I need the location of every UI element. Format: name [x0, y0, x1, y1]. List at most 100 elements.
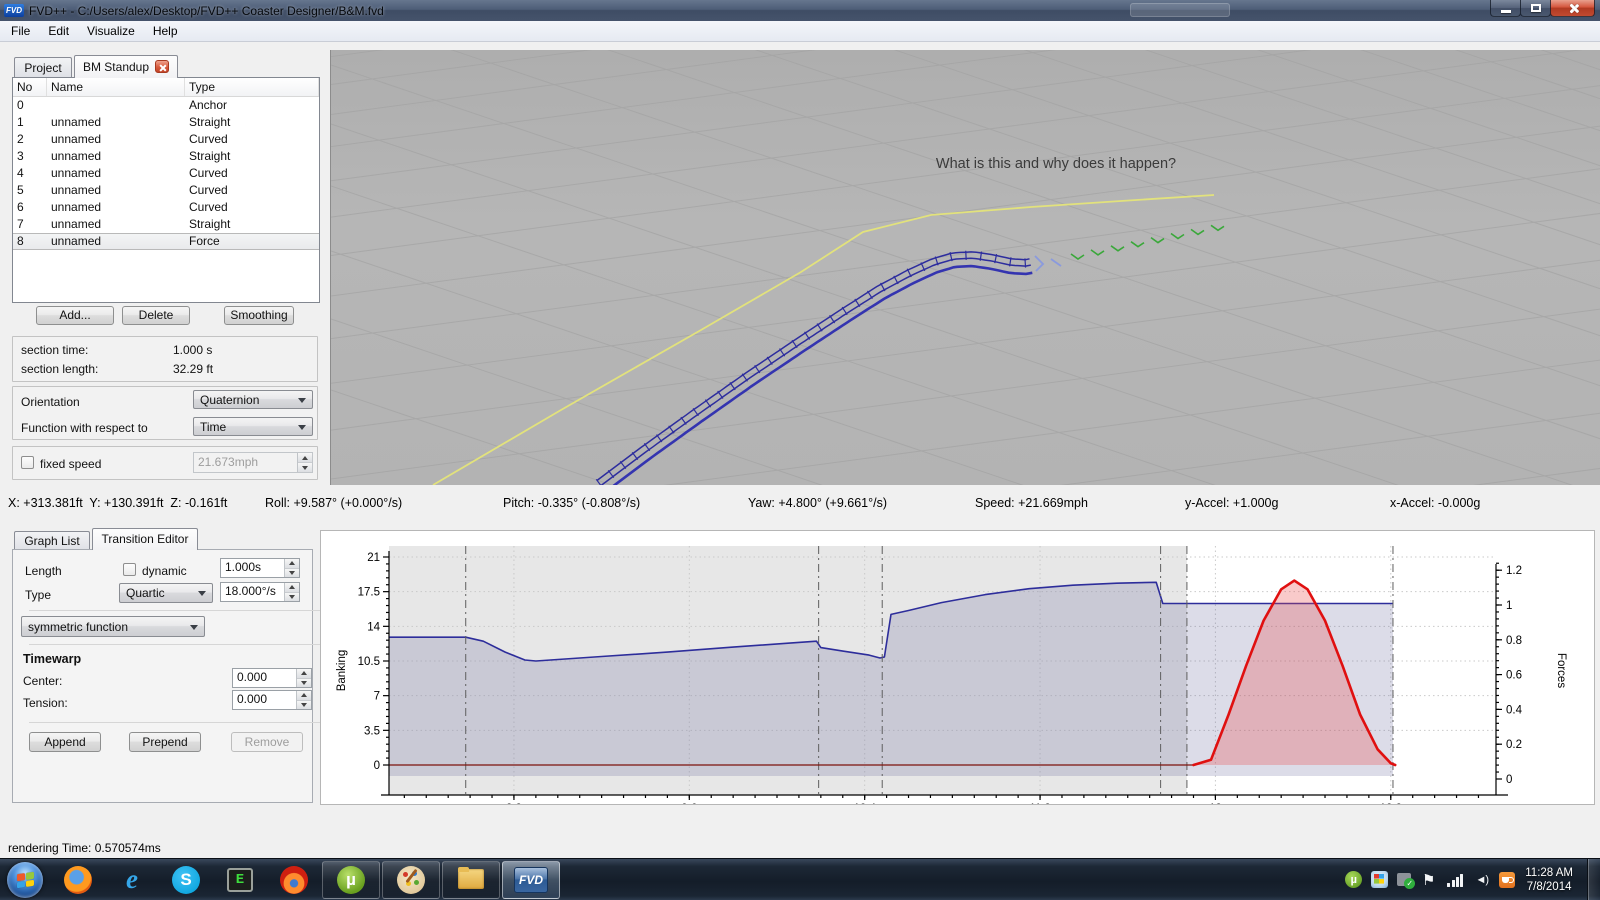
segment-table[interactable]: NoNameType0Anchor1unnamedStraight2unname…	[12, 77, 320, 303]
table-row[interactable]: 4unnamedCurved	[13, 165, 319, 182]
spin-up-icon[interactable]	[298, 453, 312, 463]
spin-down-icon[interactable]	[298, 463, 312, 472]
taskbar-firefox[interactable]	[52, 861, 104, 899]
table-row[interactable]: 2unnamedCurved	[13, 131, 319, 148]
menu-edit[interactable]: Edit	[39, 22, 78, 40]
spin-up-icon[interactable]	[285, 559, 299, 569]
spin-down-icon[interactable]	[297, 679, 311, 688]
table-row[interactable]: 6unnamedCurved	[13, 199, 319, 216]
fixed-speed-spinner[interactable]: 21.673mph	[193, 452, 313, 473]
tab-bm-standup[interactable]: BM Standup	[74, 55, 178, 78]
maximize-button[interactable]	[1520, 0, 1551, 17]
menu-visualize[interactable]: Visualize	[78, 22, 144, 40]
taskbar-fvd[interactable]: FVD	[502, 861, 560, 899]
center-spinner[interactable]: 0.000	[232, 668, 312, 688]
svg-text:0.8: 0.8	[1506, 635, 1522, 647]
append-button[interactable]: Append	[29, 732, 101, 752]
cell-no: 6	[13, 199, 47, 216]
menu-help[interactable]: Help	[144, 22, 187, 40]
column-header-name[interactable]: Name	[47, 78, 185, 96]
prepend-button[interactable]: Prepend	[129, 732, 201, 752]
cell-name: unnamed	[47, 216, 185, 233]
dynamic-checkbox[interactable]	[123, 563, 136, 576]
network-signal-icon[interactable]	[1446, 873, 1464, 887]
start-button[interactable]	[7, 862, 43, 898]
telemetry-item: y-Accel: +1.000g	[1185, 496, 1278, 510]
app-icon-text: FVD	[6, 6, 22, 15]
function-wrt-select[interactable]: Time	[193, 417, 313, 436]
column-header-no[interactable]: No	[13, 78, 47, 96]
length-spinner[interactable]: 1.000s	[220, 558, 300, 578]
dynamic-label: dynamic	[142, 564, 187, 578]
spin-down-icon[interactable]	[285, 569, 299, 578]
show-desktop-button[interactable]	[1587, 859, 1600, 900]
delete-button[interactable]: Delete	[122, 306, 190, 325]
taskbar-clock[interactable]: 11:28 AM 7/8/2014	[1525, 866, 1573, 894]
add-button[interactable]: Add...	[36, 306, 114, 325]
tab-project[interactable]: Project	[14, 57, 72, 77]
cell-type: Anchor	[185, 97, 319, 114]
table-row[interactable]: 1unnamedStraight	[13, 114, 319, 131]
spin-up-icon[interactable]	[285, 583, 299, 593]
volume-icon[interactable]: ◄)	[1473, 871, 1490, 888]
windows-update-icon[interactable]	[1371, 871, 1388, 888]
taskbar-utorrent[interactable]: µ	[322, 861, 380, 899]
orientation-value: Quaternion	[200, 393, 259, 407]
menu-file[interactable]: File	[2, 22, 39, 40]
fixed-speed-checkbox[interactable]	[21, 456, 34, 469]
cell-name: unnamed	[47, 165, 185, 182]
rate-spinner[interactable]: 18.000°/s	[220, 582, 300, 602]
function-wrt-label: Function with respect to	[21, 421, 148, 435]
minimize-button[interactable]	[1490, 0, 1521, 17]
taskbar-file-explorer[interactable]	[442, 861, 500, 899]
chevron-down-icon	[298, 425, 306, 430]
graph-plot[interactable]: 03.5710.51417.52100.20.40.60.811.28.89.6…	[320, 530, 1595, 805]
tab-transition-editor[interactable]: Transition Editor	[92, 528, 198, 550]
firefox-icon	[64, 866, 92, 894]
cell-no: 5	[13, 182, 47, 199]
smoothing-button[interactable]: Smoothing	[224, 306, 294, 325]
taskbar-console-app[interactable]: E	[214, 861, 266, 899]
spin-up-icon[interactable]	[297, 669, 311, 679]
close-button[interactable]	[1550, 0, 1595, 17]
cell-name: unnamed	[47, 234, 185, 249]
tab-close-icon[interactable]	[155, 60, 169, 73]
table-row[interactable]: 0 Anchor	[13, 97, 319, 114]
cell-no: 2	[13, 131, 47, 148]
taskbar-paint-app[interactable]	[382, 861, 440, 899]
type-select[interactable]: Quartic	[119, 583, 213, 603]
taskbar-skype[interactable]: S	[160, 861, 212, 899]
svg-text:Banking: Banking	[336, 650, 348, 692]
utorrent-tray-icon[interactable]: µ	[1345, 871, 1362, 888]
spin-down-icon[interactable]	[297, 701, 311, 710]
telemetry-item: Roll: +9.587° (+0.000°/s)	[265, 496, 402, 510]
remove-button[interactable]: Remove	[231, 732, 303, 752]
table-row[interactable]: 5unnamedCurved	[13, 182, 319, 199]
java-update-icon[interactable]	[1499, 872, 1515, 888]
viewport-3d[interactable]: What is this and why does it happen?	[330, 50, 1600, 485]
table-row[interactable]: 8unnamedForce	[13, 233, 319, 250]
taskbar-internet-explorer[interactable]: e	[106, 861, 158, 899]
table-row[interactable]: 7unnamedStraight	[13, 216, 319, 233]
length-value: 1.000s	[221, 559, 284, 577]
tab-graph-list[interactable]: Graph List	[14, 531, 90, 550]
column-header-type[interactable]: Type	[185, 78, 319, 96]
svg-text:7: 7	[374, 691, 380, 703]
orientation-select[interactable]: Quaternion	[193, 390, 313, 409]
spin-down-icon[interactable]	[285, 593, 299, 602]
spin-up-icon[interactable]	[297, 691, 311, 701]
cell-no: 0	[13, 97, 47, 114]
action-center-flag-icon[interactable]: ⚑	[1420, 871, 1437, 888]
function-mode-select[interactable]: symmetric function	[21, 616, 205, 637]
svg-text:0.2: 0.2	[1506, 739, 1522, 751]
taskbar-apps: eSEµ FVD	[0, 861, 561, 899]
svg-text:12: 12	[1209, 803, 1222, 804]
taskbar-flame-browser[interactable]	[268, 861, 320, 899]
table-row[interactable]: 3unnamedStraight	[13, 148, 319, 165]
internet-explorer-icon: e	[118, 866, 146, 894]
title-bar[interactable]: FVD FVD++ - C:/Users/alex/Desktop/FVD++ …	[0, 0, 1600, 21]
tension-spinner[interactable]: 0.000	[232, 690, 312, 710]
cell-type: Curved	[185, 199, 319, 216]
windows-flag-icon	[17, 871, 34, 887]
usb-eject-icon[interactable]: ✓	[1397, 873, 1411, 886]
